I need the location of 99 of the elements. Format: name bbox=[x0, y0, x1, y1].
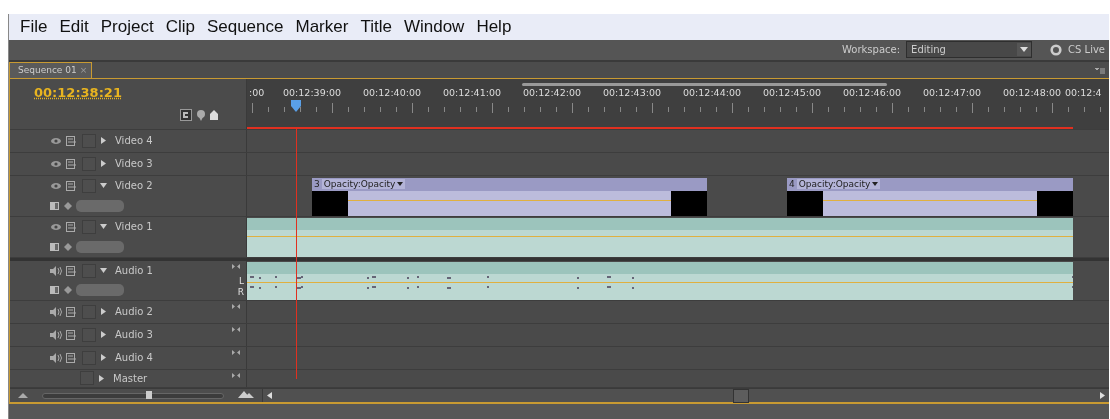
caret-icon bbox=[872, 182, 879, 187]
collapse-track-icon[interactable] bbox=[232, 349, 240, 355]
ruler-timecode: 00:12:44:00 bbox=[683, 86, 741, 98]
video-display-icon[interactable] bbox=[50, 200, 60, 211]
clip-number: 4 bbox=[788, 179, 796, 190]
ruler-timecode: 00:12:41:00 bbox=[443, 86, 501, 98]
ruler-timecode: 00:12:46:00 bbox=[843, 86, 901, 98]
sync-lock-icon[interactable] bbox=[66, 352, 78, 363]
zoom-out-icon[interactable] bbox=[18, 392, 28, 398]
speaker-icon[interactable] bbox=[50, 306, 62, 317]
panel-menu-icon[interactable] bbox=[1095, 67, 1105, 74]
expand-triangle-icon[interactable] bbox=[100, 137, 107, 145]
ruler-timecode: 00:12:48:00 bbox=[1003, 86, 1061, 98]
sync-lock-icon[interactable] bbox=[66, 221, 78, 232]
eye-icon[interactable] bbox=[50, 221, 62, 232]
audio-display-icon[interactable] bbox=[50, 285, 60, 296]
thumbnail-frame bbox=[312, 190, 348, 216]
ruler-timecode: 00:12:43:00 bbox=[603, 86, 661, 98]
menu-item[interactable]: Help bbox=[470, 16, 518, 37]
scroll-right-icon[interactable] bbox=[1100, 391, 1105, 399]
ruler-timecode: 00:12:39:00 bbox=[283, 86, 341, 98]
speaker-icon[interactable] bbox=[50, 352, 62, 363]
channel-label: R bbox=[237, 287, 244, 297]
menu-item[interactable]: Clip bbox=[159, 16, 201, 37]
caret-icon bbox=[1017, 43, 1032, 57]
eye-icon[interactable] bbox=[50, 158, 62, 169]
ruler-timecode: 00:12:40:00 bbox=[363, 86, 421, 98]
thumbnail-frame bbox=[671, 190, 707, 216]
track-name: Video 4 bbox=[115, 135, 153, 147]
workspace-label: Workspace: bbox=[842, 44, 901, 56]
menu-item[interactable]: Marker bbox=[289, 16, 355, 37]
expand-triangle-icon[interactable] bbox=[98, 374, 105, 382]
video-clip[interactable]: 4 Opacity:Opacity bbox=[787, 177, 1073, 216]
sync-lock-icon[interactable] bbox=[66, 306, 78, 317]
sync-lock-icon[interactable] bbox=[66, 180, 78, 191]
track-name: Audio 3 bbox=[115, 329, 153, 341]
track-name: Audio 2 bbox=[115, 306, 153, 318]
caret-icon bbox=[397, 182, 404, 187]
video-clip[interactable]: 3 Opacity:Opacity bbox=[312, 177, 707, 216]
zoom-slider-thumb[interactable] bbox=[146, 390, 153, 399]
workspace-dropdown[interactable]: Editing bbox=[906, 41, 1033, 59]
sync-lock-icon[interactable] bbox=[66, 265, 78, 276]
expand-triangle-icon[interactable] bbox=[100, 308, 107, 316]
scroll-left-icon[interactable] bbox=[267, 391, 272, 399]
track-name: Audio 1 bbox=[115, 265, 153, 277]
menu-item[interactable]: Project bbox=[94, 16, 160, 37]
ruler-timecode: 00:12:47:00 bbox=[923, 86, 981, 98]
menu-item[interactable]: Window bbox=[397, 16, 471, 37]
sync-lock-icon[interactable] bbox=[66, 158, 78, 169]
thumbnail-frame bbox=[1037, 190, 1073, 216]
track-name: Audio 4 bbox=[115, 352, 153, 364]
track-name: Master bbox=[113, 372, 148, 384]
video-display-icon[interactable] bbox=[50, 241, 60, 252]
snap-icon[interactable] bbox=[180, 108, 192, 121]
ruler-timecode: 00:12:4 bbox=[1065, 86, 1102, 98]
current-timecode[interactable]: 00:12:38:21 bbox=[34, 84, 122, 100]
collapse-triangle-icon[interactable] bbox=[100, 267, 107, 275]
sync-lock-icon[interactable] bbox=[66, 329, 78, 340]
zoom-in-icon[interactable] bbox=[238, 390, 254, 398]
collapse-track-icon[interactable] bbox=[232, 372, 240, 378]
keyframe-icon[interactable] bbox=[64, 201, 72, 210]
add-marker-icon[interactable] bbox=[210, 109, 218, 120]
menu-item[interactable]: Sequence bbox=[200, 16, 290, 37]
collapse-triangle-icon[interactable] bbox=[100, 182, 107, 190]
menu-item[interactable]: File bbox=[14, 16, 54, 37]
effect-dropdown[interactable]: Opacity:Opacity bbox=[321, 179, 406, 190]
expand-triangle-icon[interactable] bbox=[100, 331, 107, 339]
work-area-bar[interactable] bbox=[522, 82, 887, 86]
effect-dropdown[interactable]: Opacity:Opacity bbox=[796, 179, 881, 190]
track-name: Video 2 bbox=[115, 180, 153, 192]
speaker-icon[interactable] bbox=[50, 329, 62, 340]
collapse-triangle-icon[interactable] bbox=[100, 223, 107, 231]
menu-item[interactable]: Title bbox=[354, 16, 398, 37]
keyframe-icon[interactable] bbox=[64, 242, 72, 251]
track-name: Video 3 bbox=[115, 158, 153, 170]
clip-number: 3 bbox=[313, 179, 321, 190]
keyframe-icon[interactable] bbox=[64, 286, 72, 295]
playhead-icon[interactable] bbox=[291, 99, 301, 112]
zoom-slider[interactable] bbox=[42, 392, 224, 399]
expand-triangle-icon[interactable] bbox=[100, 160, 107, 168]
marker-icon[interactable] bbox=[196, 108, 206, 121]
sync-lock-icon[interactable] bbox=[66, 135, 78, 146]
ruler-timecode: :00 bbox=[249, 86, 265, 98]
channel-label: L bbox=[239, 276, 244, 286]
cs-live-icon[interactable] bbox=[1050, 43, 1063, 56]
menu-item[interactable]: Edit bbox=[53, 16, 95, 37]
ruler-timecode: 00:12:45:00 bbox=[763, 86, 821, 98]
eye-icon[interactable] bbox=[50, 180, 62, 191]
collapse-track-icon[interactable] bbox=[232, 303, 240, 309]
collapse-track-icon[interactable] bbox=[232, 263, 240, 269]
eye-icon[interactable] bbox=[50, 135, 62, 146]
expand-triangle-icon[interactable] bbox=[100, 354, 107, 362]
thumbnail-frame bbox=[787, 190, 823, 216]
scroll-thumb[interactable] bbox=[733, 388, 749, 403]
speaker-icon[interactable] bbox=[50, 265, 62, 276]
track-name: Video 1 bbox=[115, 221, 153, 233]
collapse-track-icon[interactable] bbox=[232, 326, 240, 332]
ruler-timecode: 00:12:42:00 bbox=[523, 86, 581, 98]
cs-live-link[interactable]: CS Live bbox=[1068, 44, 1105, 56]
